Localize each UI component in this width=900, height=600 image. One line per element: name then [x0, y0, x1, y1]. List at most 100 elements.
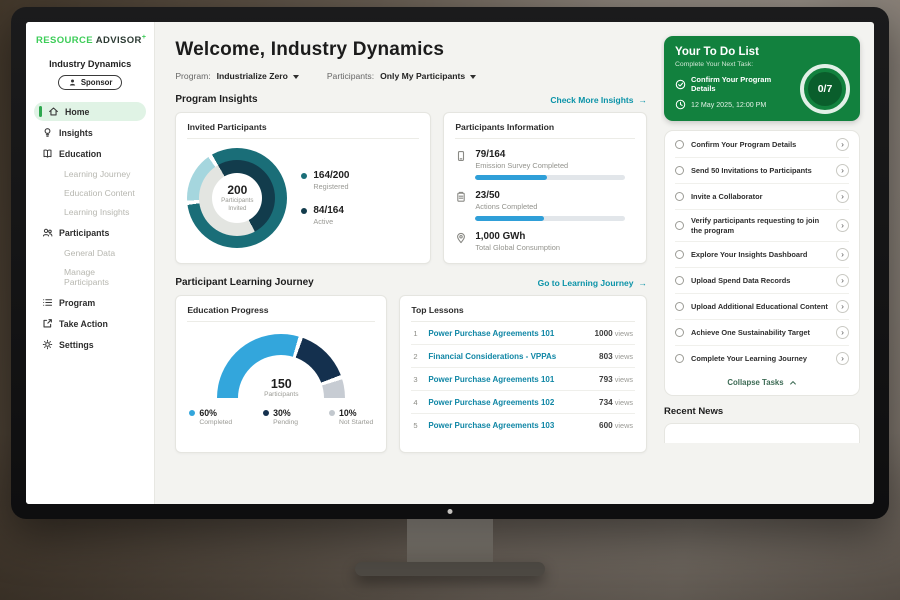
task-checkbox[interactable] — [675, 302, 684, 311]
sidebar-item-home[interactable]: Home — [34, 102, 146, 121]
participants-information-card: Participants Information 79/164 Emission… — [443, 112, 647, 264]
task-chevron-icon[interactable]: › — [836, 164, 849, 177]
task-item[interactable]: Complete Your Learning Journey › — [675, 346, 849, 371]
task-checkbox[interactable] — [675, 328, 684, 337]
lesson-link[interactable]: Power Purchase Agreements 101 — [428, 375, 592, 384]
task-label: Invite a Collaborator — [691, 192, 829, 202]
todo-progress-ring: 0/7 — [800, 64, 850, 114]
monitor-bezel: RESOURCE ADVISOR+ Industry Dynamics Spon… — [11, 7, 889, 519]
chevron-down-icon — [293, 75, 299, 79]
monitor-stand-neck — [407, 512, 493, 566]
sidebar-item-label: Insights — [59, 128, 93, 138]
task-checkbox[interactable] — [675, 354, 684, 363]
legend-value: 164/200 — [313, 170, 349, 181]
pin-icon — [455, 232, 467, 244]
learning-journey-title: Participant Learning Journey — [175, 277, 313, 288]
lesson-row: 2 Financial Considerations - VPPAs 803 v… — [411, 345, 635, 368]
sidebar-item-label: Program — [59, 298, 95, 308]
logo-plus: + — [142, 34, 147, 41]
legend-dot-blue — [189, 410, 195, 416]
collapse-tasks-button[interactable]: Collapse Tasks — [675, 371, 849, 392]
lesson-views-unit: views — [613, 329, 633, 338]
lesson-row: 3 Power Purchase Agreements 101 793 view… — [411, 368, 635, 391]
sidebar-item-education-content[interactable]: Education Content — [34, 184, 146, 202]
task-label: Send 50 Invitations to Participants — [691, 166, 829, 176]
task-checkbox[interactable] — [675, 140, 684, 149]
task-item[interactable]: Achieve One Sustainability Target › — [675, 320, 849, 346]
sidebar-item-take-action[interactable]: Take Action — [34, 314, 146, 333]
legend-value: 10% — [339, 408, 357, 418]
task-checkbox[interactable] — [675, 276, 684, 285]
sidebar-item-general-data[interactable]: General Data — [34, 244, 146, 262]
task-item[interactable]: Upload Additional Educational Content › — [675, 294, 849, 320]
card-title: Participants Information — [455, 122, 635, 139]
lesson-link[interactable]: Power Purchase Agreements 102 — [428, 398, 592, 407]
chevron-down-icon — [470, 75, 476, 79]
task-label: Achieve One Sustainability Target — [691, 328, 829, 338]
task-checkbox[interactable] — [675, 221, 684, 230]
clock-icon — [675, 99, 686, 110]
task-checkbox[interactable] — [675, 192, 684, 201]
todo-summary-card: Your To Do List Complete Your Next Task:… — [664, 36, 860, 121]
sidebar-item-learning-journey[interactable]: Learning Journey — [34, 165, 146, 183]
task-chevron-icon[interactable]: › — [836, 274, 849, 287]
task-chevron-icon[interactable]: › — [836, 138, 849, 151]
card-title: Top Lessons — [411, 305, 635, 322]
sponsor-badge: Sponsor — [58, 75, 123, 90]
task-item[interactable]: Verify participants requesting to join t… — [675, 210, 849, 242]
sidebar: RESOURCE ADVISOR+ Industry Dynamics Spon… — [26, 22, 155, 504]
sidebar-item-participants[interactable]: Participants — [34, 223, 146, 242]
lesson-link[interactable]: Financial Considerations - VPPAs — [428, 352, 592, 361]
logo-advisor: ADVISOR — [96, 35, 142, 46]
task-item[interactable]: Explore Your Insights Dashboard › — [675, 242, 849, 268]
sidebar-item-manage-participants[interactable]: Manage Participants — [34, 263, 146, 291]
lesson-rank: 2 — [413, 352, 421, 361]
book-icon — [42, 148, 53, 159]
task-chevron-icon[interactable]: › — [836, 190, 849, 203]
program-select[interactable]: Industrialize Zero — [217, 71, 299, 81]
sidebar-item-settings[interactable]: Settings — [34, 335, 146, 354]
device-icon — [455, 150, 467, 162]
collapse-label: Collapse Tasks — [727, 378, 783, 387]
task-chevron-icon[interactable]: › — [836, 352, 849, 365]
check-more-insights-link[interactable]: Check More Insights → — [550, 95, 647, 105]
sidebar-item-program[interactable]: Program — [34, 293, 146, 312]
task-checkbox[interactable] — [675, 250, 684, 259]
lesson-link[interactable]: Power Purchase Agreements 101 — [428, 329, 587, 338]
list-icon — [42, 297, 53, 308]
participants-select[interactable]: Only My Participants — [380, 71, 476, 81]
active-accent — [39, 106, 42, 117]
task-chevron-icon[interactable]: › — [836, 219, 849, 232]
legend-dot-gray — [329, 410, 335, 416]
legend-label: Registered — [313, 182, 349, 191]
task-checkbox[interactable] — [675, 166, 684, 175]
task-item[interactable]: Invite a Collaborator › — [675, 184, 849, 210]
task-item[interactable]: Upload Spend Data Records › — [675, 268, 849, 294]
arrow-right-icon: → — [639, 278, 648, 288]
task-item[interactable]: Confirm Your Program Details › — [675, 132, 849, 158]
sidebar-item-education[interactable]: Education — [34, 144, 146, 163]
legend-value: 60% — [199, 408, 217, 418]
action-arrow-icon — [42, 318, 53, 329]
sidebar-nav: Home Insights Education Learning Journey… — [34, 102, 146, 354]
todo-next-task-label: Confirm Your Program Details — [691, 75, 797, 93]
lesson-link[interactable]: Power Purchase Agreements 103 — [428, 421, 592, 430]
go-to-learning-journey-link[interactable]: Go to Learning Journey → — [538, 278, 647, 288]
task-item[interactable]: Send 50 Invitations to Participants › — [675, 158, 849, 184]
task-chevron-icon[interactable]: › — [836, 326, 849, 339]
task-chevron-icon[interactable]: › — [836, 248, 849, 261]
sidebar-item-label: Education — [59, 149, 102, 159]
link-label: Go to Learning Journey — [538, 278, 634, 288]
legend-item-not-started: 10% Not Started — [329, 408, 373, 426]
legend-item-active: 84/164 Active — [301, 205, 349, 226]
invited-participants-card: Invited Participants 200 Participants In… — [175, 112, 431, 264]
sidebar-item-learning-insights[interactable]: Learning Insights — [34, 203, 146, 221]
legend-dot-dark — [263, 410, 269, 416]
chevron-up-icon — [789, 379, 797, 387]
sidebar-item-insights[interactable]: Insights — [34, 123, 146, 142]
actions-progress-bar — [475, 216, 625, 221]
lesson-row: 1 Power Purchase Agreements 101 1000 vie… — [411, 322, 635, 345]
lesson-row: 4 Power Purchase Agreements 102 734 view… — [411, 391, 635, 414]
task-chevron-icon[interactable]: › — [836, 300, 849, 313]
lesson-views-unit: views — [613, 421, 633, 430]
